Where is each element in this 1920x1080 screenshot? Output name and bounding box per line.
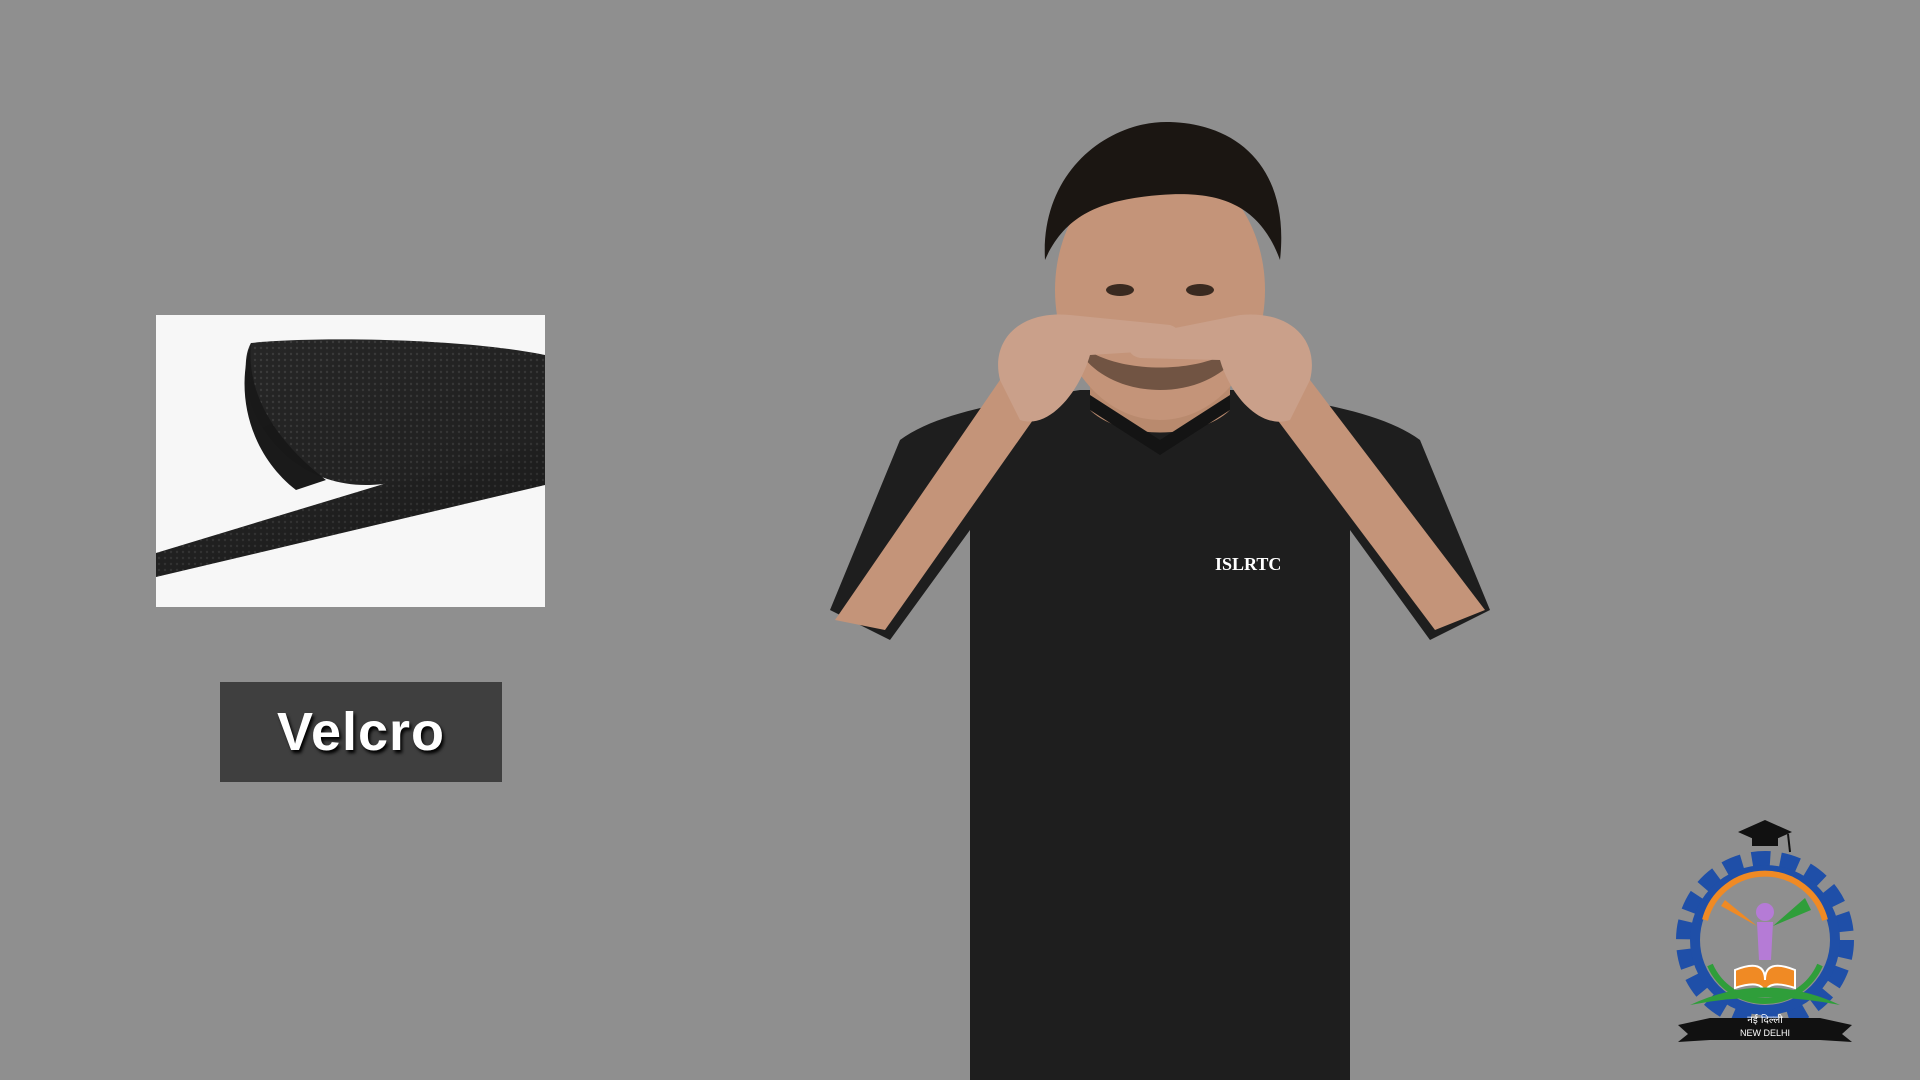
video-frame: Velcro ISLRTC नई दिल्ली NEW DELHI [0,0,1920,1080]
signer-figure: ISLRTC [790,110,1530,1080]
logo-city-hindi: नई दिल्ली [1747,1014,1783,1026]
shirt-lettering: ISLRTC [1215,554,1281,574]
word-label-card: Velcro [220,682,502,782]
logo-city-english: NEW DELHI [1740,1028,1790,1038]
graduation-cap-icon [1738,820,1792,853]
word-label: Velcro [276,702,446,762]
islrtc-logo: नई दिल्ली NEW DELHI [1670,820,1860,1056]
velcro-photo [156,315,545,607]
